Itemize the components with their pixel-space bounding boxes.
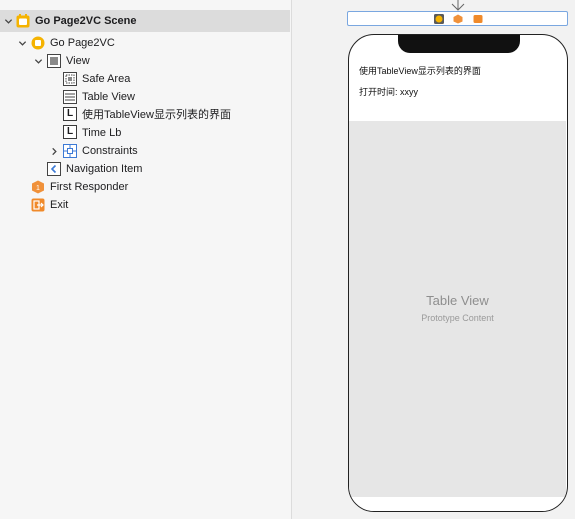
view-label: View (66, 55, 90, 67)
chevron-down-icon[interactable] (3, 16, 13, 26)
scene-dock[interactable] (347, 11, 568, 26)
controller-label: Go Page2VC (50, 37, 115, 49)
outline-row-scene[interactable]: Go Page2VC Scene (0, 10, 290, 32)
constraints-label: Constraints (82, 145, 138, 157)
label-icon: L (63, 125, 77, 139)
view-icon (47, 54, 61, 68)
first-responder-dock-icon[interactable] (453, 14, 463, 24)
exit-dock-icon[interactable] (473, 14, 483, 24)
chevron-right-icon[interactable] (49, 146, 59, 156)
constraints-icon (63, 144, 77, 158)
title-label: 使用TableView显示列表的界面 (82, 109, 231, 121)
table-view-preview[interactable]: Table View Prototype Content (349, 121, 566, 497)
outline-row-title-label[interactable]: L 使用TableView显示列表的界面 (0, 106, 290, 124)
first-responder-icon: 1 (31, 180, 45, 194)
table-view-label: Table View (82, 91, 135, 103)
document-outline: Go Page2VC Scene Go Page2VC View Safe Ar… (0, 0, 290, 519)
scene-label: Go Page2VC Scene (35, 15, 137, 27)
label-icon: L (63, 107, 77, 121)
outline-row-exit[interactable]: Exit (0, 196, 290, 214)
device-notch (398, 35, 520, 53)
chevron-down-icon[interactable] (33, 56, 43, 66)
home-indicator-area (349, 497, 566, 511)
time-label: Time Lb (82, 127, 122, 139)
outline-row-first-responder[interactable]: 1 First Responder (0, 178, 290, 196)
navigation-item-icon (47, 162, 61, 176)
outline-row-controller[interactable]: Go Page2VC (0, 34, 290, 52)
outline-row-view[interactable]: View (0, 52, 290, 70)
outline-row-safe-area[interactable]: Safe Area (0, 70, 290, 88)
outline-row-constraints[interactable]: Constraints (0, 142, 290, 160)
exit-icon (31, 198, 45, 212)
table-view-subtitle: Prototype Content (421, 313, 494, 323)
outline-row-table-view[interactable]: Table View (0, 88, 290, 106)
scene-icon (16, 14, 30, 28)
first-responder-label: First Responder (50, 181, 129, 193)
chevron-down-icon[interactable] (17, 38, 27, 48)
label-icon-letter: L (63, 107, 77, 121)
time-label-preview[interactable]: 打开时间: xxyy (359, 85, 418, 98)
navigation-item-label: Navigation Item (66, 163, 143, 175)
outline-row-navigation-item[interactable]: Navigation Item (0, 160, 290, 178)
exit-label: Exit (50, 199, 69, 211)
svg-text:1: 1 (36, 185, 40, 192)
outline-row-time-label[interactable]: L Time Lb (0, 124, 290, 142)
safe-area-label: Safe Area (82, 73, 131, 85)
view-controller-icon (31, 36, 45, 50)
storyboard-canvas[interactable]: 使用TableView显示列表的界面 打开时间: xxyy Table View… (291, 0, 575, 519)
title-label-preview[interactable]: 使用TableView显示列表的界面 (359, 64, 481, 77)
label-icon-letter: L (63, 125, 77, 139)
iphone-frame: 使用TableView显示列表的界面 打开时间: xxyy Table View… (348, 34, 568, 512)
table-view-title: Table View (426, 293, 489, 308)
view-controller-dock-icon[interactable] (434, 14, 444, 24)
table-view-icon (63, 90, 77, 104)
safe-area-icon (63, 72, 77, 86)
